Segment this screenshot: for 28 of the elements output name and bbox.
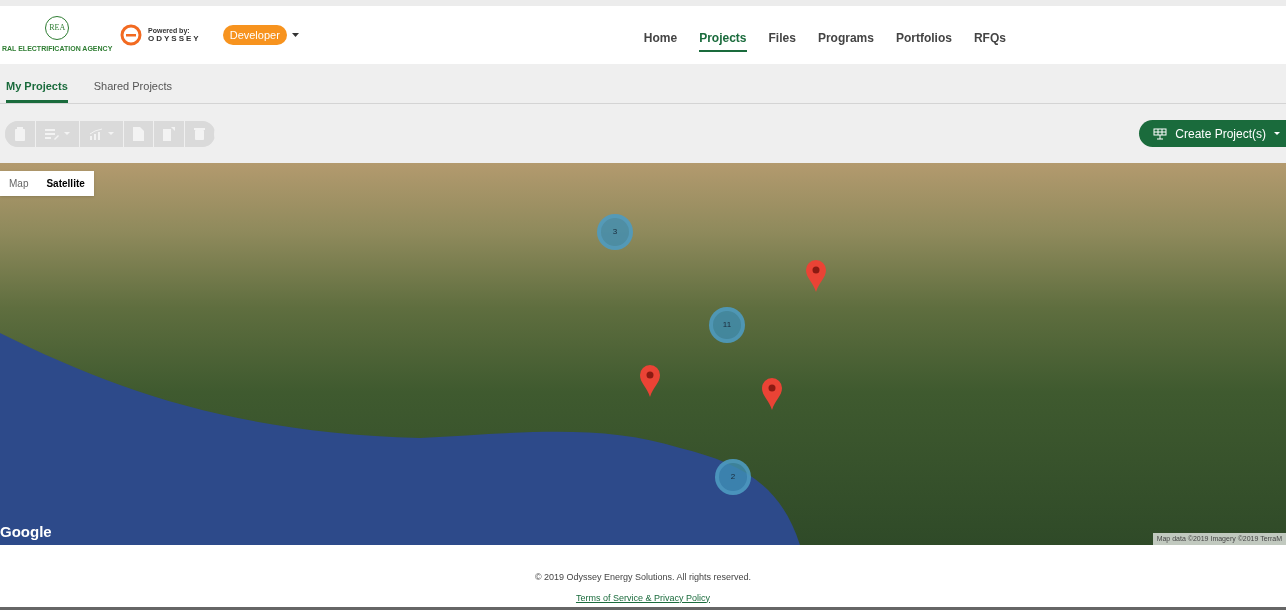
map-pin-icon[interactable]	[806, 260, 826, 292]
caret-icon	[291, 33, 299, 37]
bar-chart-icon	[89, 127, 103, 140]
copyright-text: © 2019 Odyssey Energy Solutions. All rights reserved.	[534, 571, 752, 584]
map-type-toggle[interactable]: Satellite	[37, 171, 94, 196]
odyssey-logo-icon	[120, 24, 142, 46]
solar-panel-icon	[1153, 127, 1168, 140]
tab[interactable]: Shared Projects	[93, 77, 172, 103]
google-logo: Google	[0, 521, 52, 542]
map-type-toggle[interactable]: Map	[0, 171, 38, 196]
edit-file-icon	[163, 126, 175, 141]
nav-link[interactable]: Home	[643, 26, 678, 52]
create-project-button[interactable]: Create Project(s)	[1139, 120, 1286, 147]
file-icon	[133, 126, 144, 141]
nav-link[interactable]: Portfolios	[895, 26, 952, 52]
clipboard-icon	[14, 126, 26, 141]
list-edit-icon	[45, 127, 59, 140]
nav-link[interactable]: Projects	[699, 26, 747, 52]
terms-link[interactable]: Terms of Service & Privacy Policy	[575, 591, 710, 605]
tab[interactable]: My Projects	[6, 77, 68, 103]
odyssey-brand: ODYSSEY	[148, 35, 201, 43]
nav-link[interactable]: RFQs	[973, 26, 1006, 52]
nav-link[interactable]: Programs	[817, 26, 874, 52]
map-pin-icon[interactable]	[762, 378, 782, 410]
nav-link[interactable]: Files	[768, 26, 796, 52]
caret-icon	[1274, 132, 1280, 135]
trash-icon	[194, 127, 205, 140]
map-pin-icon[interactable]	[640, 365, 660, 397]
